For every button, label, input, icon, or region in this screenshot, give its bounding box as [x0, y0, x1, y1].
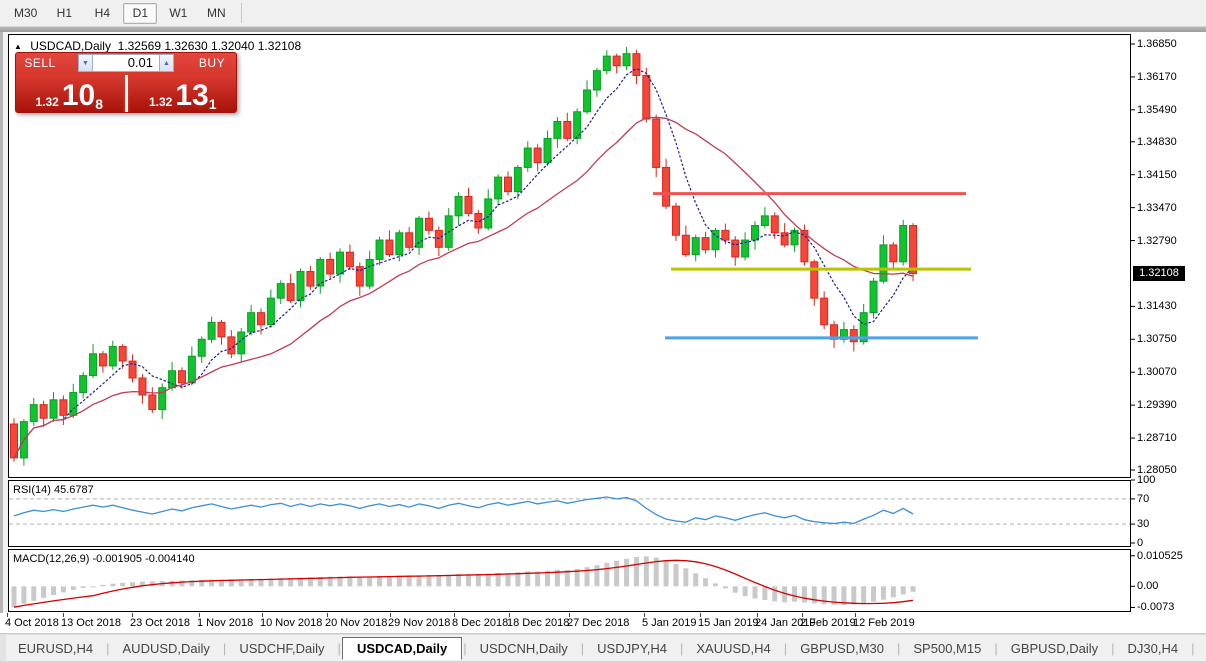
buy-price-pip: 1 — [208, 96, 217, 112]
date-axis-label: 13 Oct 2018 — [61, 617, 121, 629]
date-axis-label: 15 Jan 2019 — [698, 617, 759, 629]
chart-tab-eurusd[interactable]: EURUSD,H4 — [6, 638, 105, 659]
date-axis-label: 27 Dec 2018 — [567, 617, 630, 629]
chart-tab-xauusd[interactable]: XAUUSD,H4 — [684, 638, 782, 659]
mt4-window: M30 H1 H4 D1 W1 MN ▲ USDCAD,Daily 1.32569 1.3… — [0, 0, 1206, 663]
volume-input[interactable]: 0.01 — [93, 54, 159, 72]
one-click-trade-panel: SELL ▼ 0.01 ▲ BUY 1.32 10 8 1.32 13 1 — [15, 52, 237, 113]
sell-price-big: 10 — [61, 79, 96, 112]
date-axis-label: 10 Nov 2018 — [260, 617, 323, 629]
macd-axis-label: 0.010525 — [1137, 549, 1183, 562]
chart-tab-bar: EURUSD,H4 | AUDUSD,Daily | USDCHF,Daily | USDC… — [0, 635, 1206, 661]
chart-tab-dj30[interactable]: DJ30,H4 — [1116, 638, 1191, 659]
price-axis-label: 1.34150 — [1137, 168, 1177, 181]
rsi-axis-label: 0 — [1137, 537, 1144, 549]
chart-tab-gbpusd[interactable]: GBPUSD,M30 — [788, 638, 896, 659]
timeframe-button-d1[interactable]: D1 — [123, 2, 158, 24]
date-axis-label: 5 Jan 2019 — [642, 617, 697, 629]
chart-tab-tech100[interactable]: TECH100,H1 — [1196, 638, 1206, 659]
trade-panel-quotes: 1.32 10 8 1.32 13 1 — [16, 75, 236, 112]
macd-axis-label: 0.00 — [1137, 580, 1159, 593]
timeframe-button-h1[interactable]: H1 — [47, 3, 81, 24]
rsi-axis-label: 30 — [1137, 518, 1150, 531]
buy-button[interactable]: BUY — [188, 56, 236, 70]
volume-decrease-icon[interactable]: ▼ — [78, 54, 93, 72]
chart-title: ▲ USDCAD,Daily 1.32569 1.32630 1.32040 1… — [14, 39, 301, 53]
window-top-edge — [0, 27, 1206, 32]
price-axis-label: 1.35490 — [1137, 103, 1177, 116]
chart-tab-usdcad[interactable]: USDCAD,Daily — [341, 636, 463, 660]
price-axis-label: 1.30750 — [1137, 333, 1177, 346]
chart-tab-usdcnh[interactable]: USDCNH,Daily — [468, 638, 580, 659]
date-axis: 4 Oct 2018 13 Oct 2018 23 Oct 2018 1 Nov 20… — [0, 613, 1206, 633]
date-axis-label: 12 Feb 2019 — [853, 617, 915, 629]
date-axis-label: 1 Nov 2018 — [197, 617, 254, 629]
buy-price-prefix: 1.32 — [148, 95, 173, 109]
price-axis-label: 1.29390 — [1137, 399, 1177, 412]
macd-axis-label: -0.0073 — [1137, 601, 1175, 614]
collapse-triangle-icon[interactable]: ▲ — [14, 42, 22, 51]
price-axis-label: 1.33470 — [1137, 201, 1177, 214]
macd-label: MACD(12,26,9) -0.001905 -0.004140 — [13, 553, 195, 565]
price-axis-label: 1.36170 — [1137, 70, 1177, 83]
trade-panel-top-row: SELL ▼ 0.01 ▲ BUY — [16, 53, 236, 73]
date-axis-label: 8 Dec 2018 — [452, 617, 509, 629]
chart-tab-usdjpy[interactable]: USDJPY,H4 — [585, 638, 679, 659]
volume-stepper: ▼ 0.01 ▲ — [64, 54, 188, 72]
timeframe-button-h4[interactable]: H4 — [85, 3, 119, 24]
date-axis-label: 18 Dec 2018 — [507, 617, 570, 629]
buy-price-big: 13 — [175, 79, 209, 112]
buy-price-tile[interactable]: 1.32 13 1 — [129, 75, 236, 112]
chart-tab-sp500[interactable]: SP500,M15 — [901, 638, 993, 659]
quote-tile-divider — [124, 75, 128, 112]
date-axis-label: 2 Feb 2019 — [800, 617, 856, 629]
sell-price-prefix: 1.32 — [35, 95, 59, 109]
sell-price-pip: 8 — [95, 96, 104, 112]
chart-tab-usdchf[interactable]: USDCHF,Daily — [227, 638, 336, 659]
rsi-indicator-panel[interactable] — [8, 480, 1131, 547]
chart-ohlc-values: 1.32569 1.32630 1.32040 1.32108 — [117, 39, 302, 53]
timeframe-button-m30[interactable]: M30 — [8, 3, 43, 24]
date-axis-label: 4 Oct 2018 — [5, 617, 59, 629]
price-axis-label: 1.28710 — [1137, 432, 1177, 445]
window-left-edge-inner — [3, 32, 8, 663]
timeframe-button-mn[interactable]: MN — [199, 3, 233, 24]
rsi-axis-label: 70 — [1137, 492, 1150, 505]
current-price-tag: 1.32108 — [1133, 266, 1185, 282]
price-axis-label: 1.30070 — [1137, 366, 1177, 379]
rsi-label: RSI(14) 45.6787 — [13, 484, 94, 496]
rsi-axis-label: 100 — [1137, 474, 1156, 486]
price-axis-label: 1.32790 — [1137, 234, 1177, 247]
chart-tab-audusd[interactable]: AUDUSD,Daily — [111, 638, 222, 659]
volume-increase-icon[interactable]: ▲ — [159, 54, 174, 72]
date-axis-label: 20 Nov 2018 — [325, 617, 388, 629]
price-axis-label: 1.36850 — [1137, 38, 1177, 50]
sell-button[interactable]: SELL — [16, 56, 64, 70]
price-axis-label: 1.31430 — [1137, 300, 1177, 313]
date-axis-label: 29 Nov 2018 — [388, 617, 451, 629]
chart-symbol: USDCAD,Daily — [30, 39, 111, 53]
timeframe-toolbar: M30 H1 H4 D1 W1 MN — [0, 0, 1206, 27]
price-axis-label: 1.34830 — [1137, 135, 1177, 148]
chart-tab-gbpusd[interactable]: GBPUSD,Daily — [999, 638, 1110, 659]
date-axis-label: 23 Oct 2018 — [130, 617, 190, 629]
timeframe-button-w1[interactable]: W1 — [161, 3, 195, 24]
toolbar-separator — [241, 3, 243, 23]
sell-price-tile[interactable]: 1.32 10 8 — [16, 75, 123, 112]
